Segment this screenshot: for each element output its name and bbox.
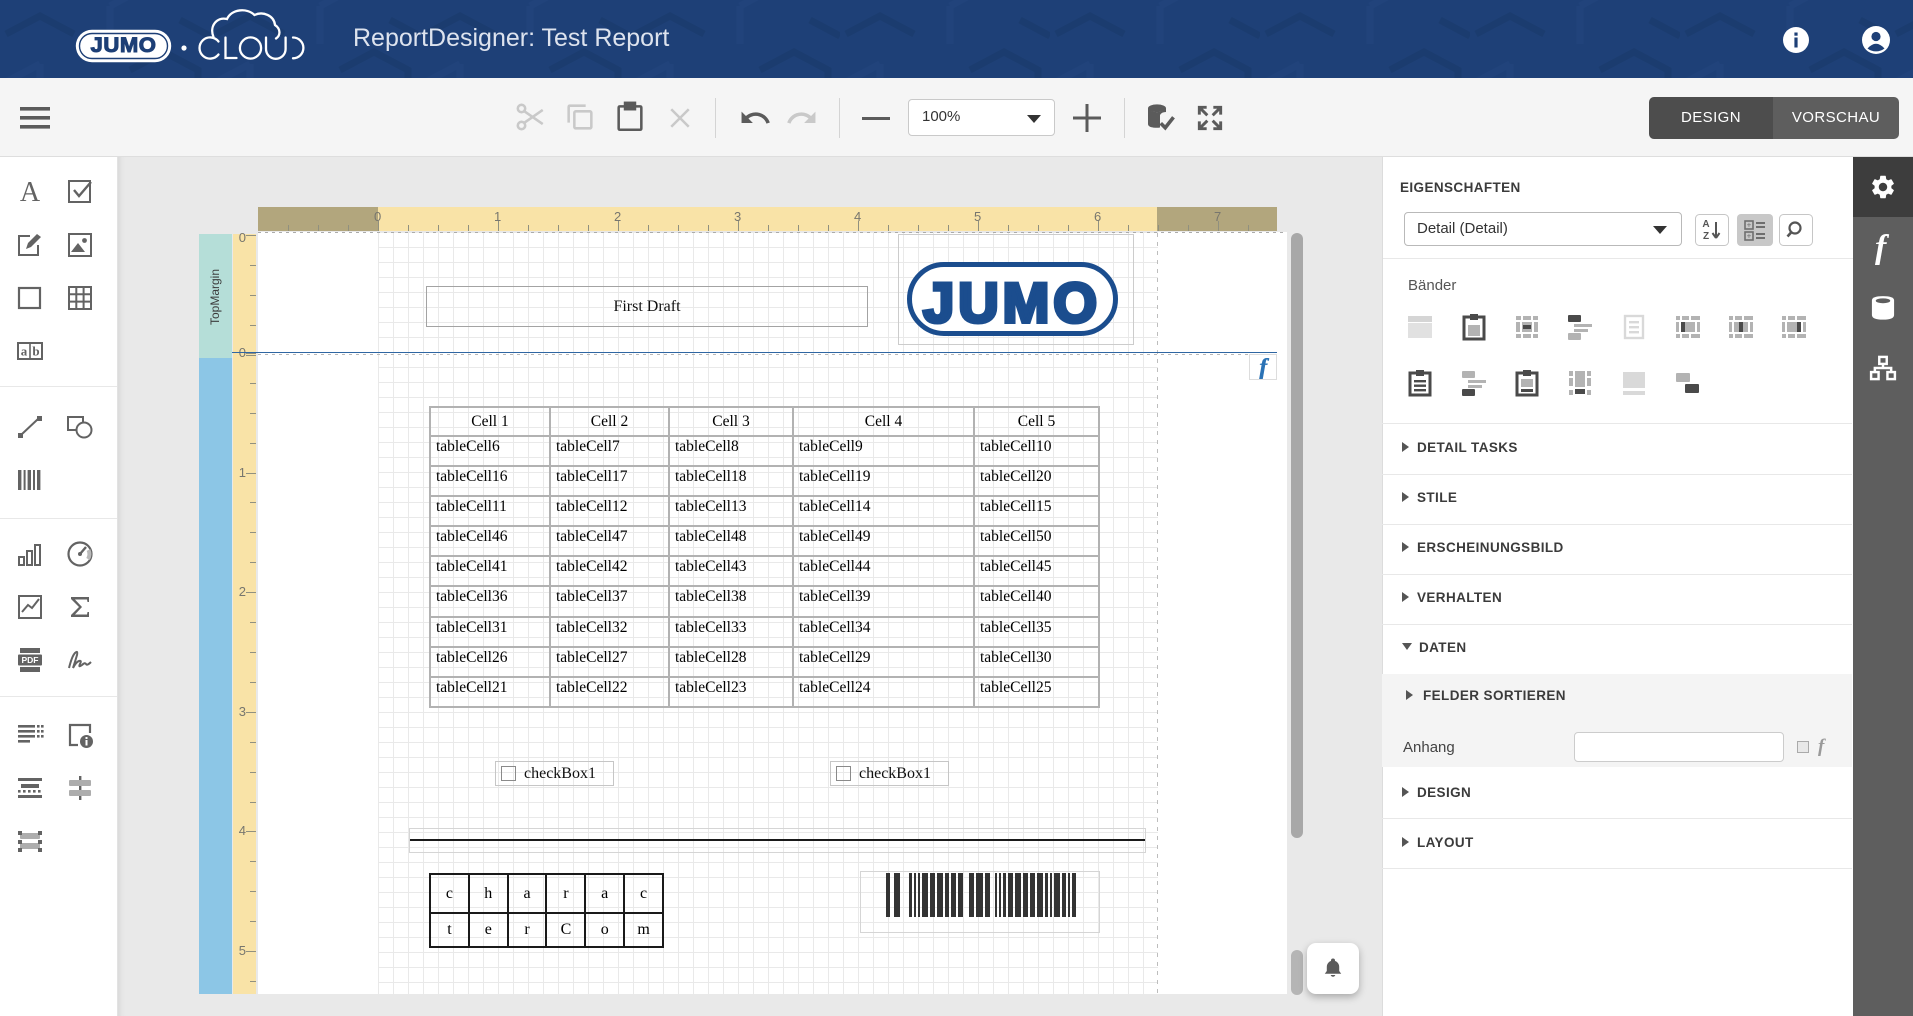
svg-text:Z: Z bbox=[1703, 231, 1709, 242]
svg-text:A: A bbox=[1702, 219, 1709, 230]
svg-text:PDF: PDF bbox=[22, 655, 39, 665]
svg-text:+: + bbox=[1747, 221, 1752, 230]
svg-text:b: b bbox=[32, 344, 39, 359]
svg-text:a: a bbox=[21, 344, 28, 359]
svg-text:+: + bbox=[1747, 232, 1752, 241]
svg-text:A: A bbox=[20, 178, 41, 206]
svg-text:JUMO: JUMO bbox=[91, 34, 157, 57]
svg-text:JUMO: JUMO bbox=[923, 271, 1101, 334]
